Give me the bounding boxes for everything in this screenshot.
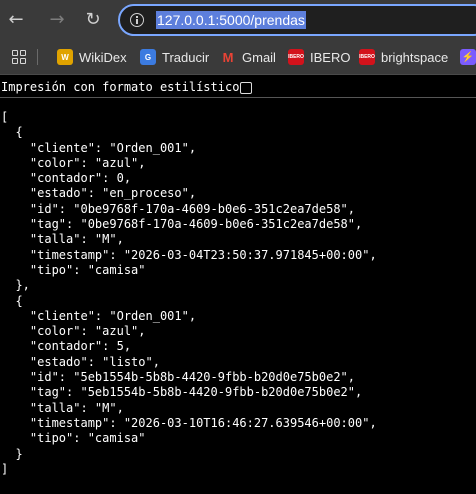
translate-icon: G bbox=[140, 49, 156, 65]
url-text[interactable]: 127.0.0.1:5000/prendas bbox=[156, 11, 306, 29]
bookmark-brightspace[interactable]: IBERO brightspace bbox=[359, 40, 448, 74]
bookmark-label: IBERO bbox=[310, 49, 351, 65]
bookmark-traducir[interactable]: G Traducir bbox=[140, 40, 209, 74]
bookmark-icon: ⚡ bbox=[460, 49, 476, 65]
address-bar[interactable]: 127.0.0.1:5000/prendas bbox=[118, 4, 476, 36]
bookmark-label: brightspace bbox=[381, 49, 449, 65]
bookmark-label: Traducir bbox=[162, 49, 210, 65]
bookmark-label: Gmail bbox=[242, 49, 276, 65]
site-info-icon[interactable] bbox=[130, 13, 144, 27]
back-arrow-icon[interactable]: ← bbox=[6, 10, 26, 30]
pretty-print-label: Impresión con formato estilístico bbox=[1, 80, 240, 94]
bookmark-gmail[interactable]: M Gmail bbox=[220, 40, 276, 74]
browser-toolbar: ← → ↻ 127.0.0.1:5000/prendas bbox=[0, 0, 476, 40]
forward-arrow-icon[interactable]: → bbox=[47, 10, 67, 30]
json-viewer: Impresión con formato estilístico [ { "c… bbox=[0, 76, 476, 494]
gmail-icon: M bbox=[220, 49, 236, 65]
pretty-print-checkbox[interactable] bbox=[240, 82, 252, 94]
bookmark-ibero[interactable]: IBERO IBERO bbox=[288, 40, 350, 74]
bookmarks-separator bbox=[37, 49, 38, 65]
bookmarks-bar: W WikiDex G Traducir M Gmail IBERO IBERO… bbox=[0, 40, 476, 75]
ibero-icon: IBERO bbox=[288, 49, 304, 65]
bookmark-wikidex[interactable]: W WikiDex bbox=[57, 40, 127, 74]
apps-grid-icon[interactable] bbox=[12, 40, 26, 74]
wikidex-icon: W bbox=[57, 49, 73, 65]
ibero-icon: IBERO bbox=[359, 49, 375, 65]
json-text: [ { "cliente": "Orden_001", "color": "az… bbox=[1, 110, 377, 476]
bookmark-overflow[interactable]: ⚡ bbox=[460, 40, 476, 74]
reload-icon[interactable]: ↻ bbox=[83, 10, 103, 30]
pretty-print-bar: Impresión con formato estilístico bbox=[0, 76, 476, 98]
bookmark-label: WikiDex bbox=[79, 49, 127, 65]
